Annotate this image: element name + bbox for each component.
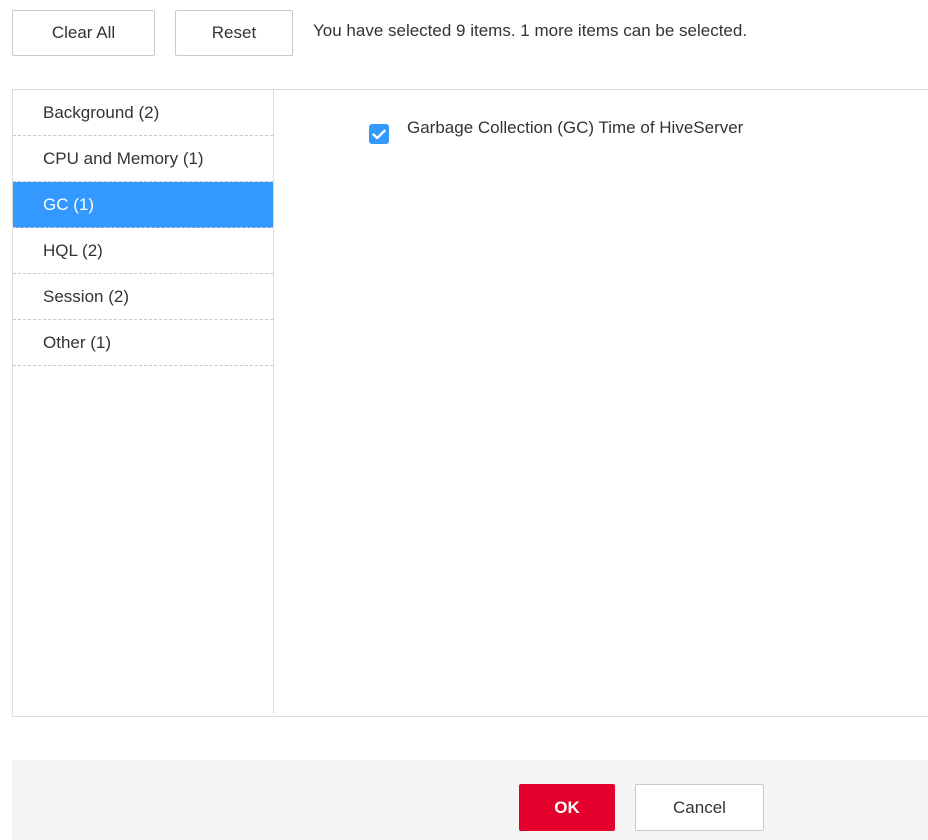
ok-button[interactable]: OK — [519, 784, 615, 831]
category-item-hql[interactable]: HQL (2) — [13, 228, 273, 274]
clear-all-button[interactable]: Clear All — [12, 10, 155, 56]
category-item-cpu-and-memory[interactable]: CPU and Memory (1) — [13, 136, 273, 182]
metric-checkbox[interactable] — [369, 124, 389, 144]
metric-list: Garbage Collection (GC) Time of HiveServ… — [274, 90, 928, 716]
reset-button[interactable]: Reset — [175, 10, 293, 56]
dialog-footer — [12, 760, 928, 840]
category-item-other[interactable]: Other (1) — [13, 320, 273, 366]
category-item-gc[interactable]: GC (1) — [13, 182, 273, 228]
category-item-session[interactable]: Session (2) — [13, 274, 273, 320]
category-item-background[interactable]: Background (2) — [13, 90, 273, 136]
metric-label: Garbage Collection (GC) Time of HiveServ… — [407, 118, 744, 137]
category-list: Background (2) CPU and Memory (1) GC (1)… — [13, 90, 274, 714]
metric-item-gc-time[interactable]: Garbage Collection (GC) Time of HiveServ… — [369, 118, 747, 144]
check-icon — [372, 129, 386, 139]
metric-selection-panel: Background (2) CPU and Memory (1) GC (1)… — [12, 89, 928, 717]
cancel-button[interactable]: Cancel — [635, 784, 764, 831]
selection-status-text: You have selected 9 items. 1 more items … — [313, 21, 748, 40]
